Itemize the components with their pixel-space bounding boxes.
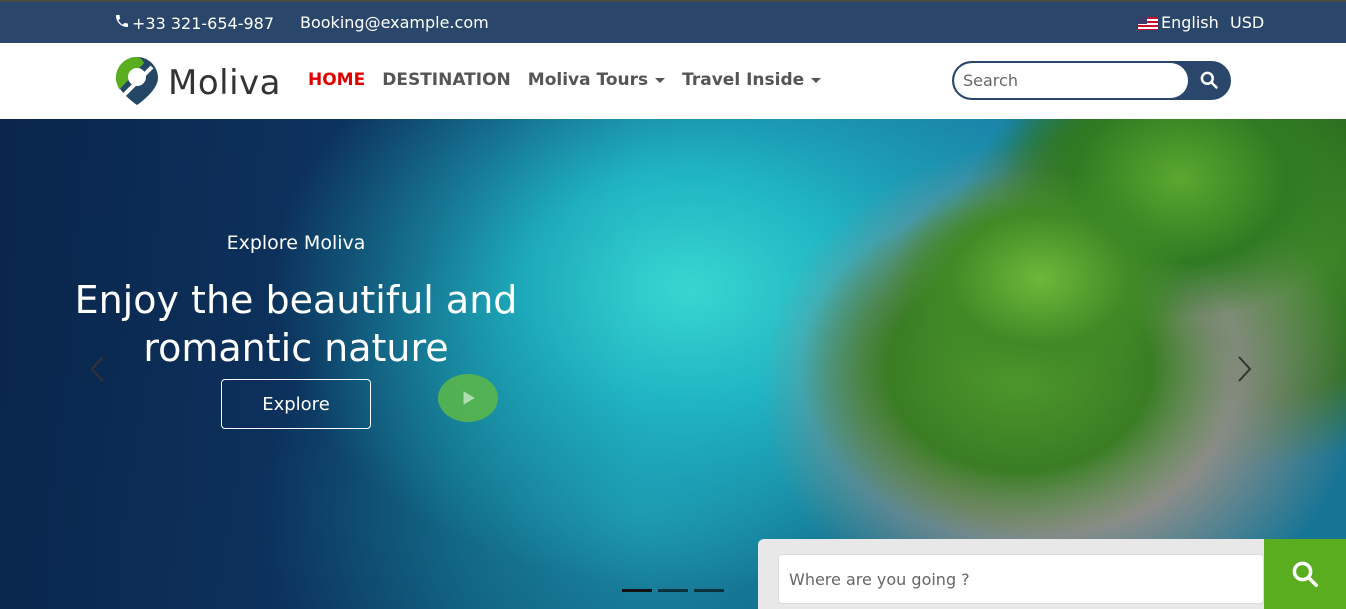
brand-name: Moliva bbox=[168, 63, 281, 103]
search-input[interactable] bbox=[954, 63, 1188, 98]
nav-home[interactable]: HOME bbox=[308, 70, 365, 90]
explore-button[interactable]: Explore bbox=[221, 379, 371, 429]
hero-kicker: Explore Moliva bbox=[226, 232, 366, 254]
primary-nav: HOME DESTINATION Moliva Tours Travel Ins… bbox=[308, 70, 822, 90]
chevron-right-icon bbox=[1238, 356, 1252, 382]
search-icon bbox=[1292, 561, 1318, 587]
brand-logo[interactable]: Moliva bbox=[114, 55, 281, 111]
main-navbar: Moliva HOME DESTINATION Moliva Tours Tra… bbox=[0, 43, 1346, 119]
play-video-button[interactable] bbox=[438, 374, 498, 422]
phone-contact[interactable]: +33 321-654-987 bbox=[114, 13, 274, 33]
search-button[interactable] bbox=[1199, 70, 1219, 90]
top-contact-bar: +33 321-654-987 Booking@example.com Engl… bbox=[0, 0, 1346, 43]
carousel-next-button[interactable] bbox=[1234, 354, 1254, 384]
destination-input[interactable] bbox=[778, 554, 1264, 604]
language-label: English bbox=[1161, 13, 1219, 32]
carousel-prev-button[interactable] bbox=[88, 354, 108, 384]
phone-icon bbox=[114, 13, 130, 33]
email-link[interactable]: Booking@example.com bbox=[300, 13, 489, 32]
destination-search-panel bbox=[758, 539, 1346, 609]
play-icon bbox=[463, 391, 475, 405]
map-pin-logo-icon bbox=[114, 55, 160, 111]
caret-down-icon bbox=[655, 77, 666, 83]
nav-destination[interactable]: DESTINATION bbox=[382, 70, 511, 90]
caret-down-icon bbox=[811, 77, 822, 83]
nav-travel-inside[interactable]: Travel Inside bbox=[682, 70, 822, 90]
language-selector[interactable]: English bbox=[1138, 13, 1219, 32]
carousel-indicator-2[interactable] bbox=[658, 589, 688, 592]
carousel-indicator-3[interactable] bbox=[694, 589, 724, 592]
destination-search-button[interactable] bbox=[1264, 539, 1346, 609]
search-icon bbox=[1200, 71, 1218, 89]
carousel-indicator-1[interactable] bbox=[622, 589, 652, 592]
nav-moliva-tours[interactable]: Moliva Tours bbox=[528, 70, 666, 90]
hero-title-line-1: Enjoy the beautiful and bbox=[74, 278, 518, 322]
chevron-left-icon bbox=[90, 356, 104, 382]
phone-number: +33 321-654-987 bbox=[132, 13, 275, 33]
site-search bbox=[952, 61, 1231, 100]
carousel-indicators bbox=[622, 589, 724, 592]
currency-selector[interactable]: USD bbox=[1230, 13, 1264, 32]
hero-title-line-2: romantic nature bbox=[143, 326, 449, 370]
hero-carousel: Explore Moliva Enjoy the beautiful and r… bbox=[0, 119, 1346, 609]
us-flag-icon bbox=[1138, 17, 1158, 30]
